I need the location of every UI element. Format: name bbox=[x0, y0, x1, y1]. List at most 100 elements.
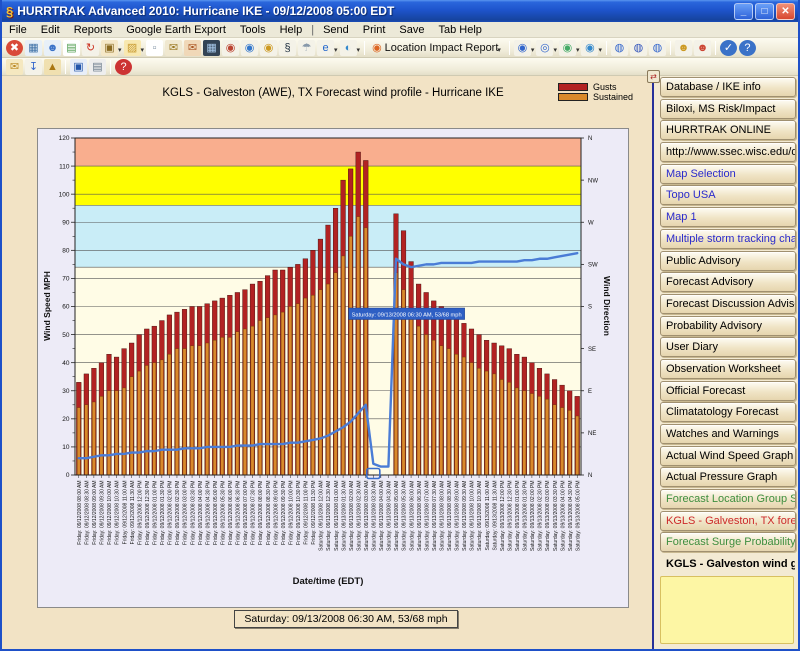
help-stop-icon[interactable]: ? bbox=[115, 59, 132, 75]
tab-multiple-storm-tracking-chart[interactable]: Multiple storm tracking chart bbox=[660, 229, 796, 249]
globe-storm-icon[interactable]: ◉ bbox=[222, 40, 239, 56]
right-axis-title: Wind Direction bbox=[602, 276, 612, 336]
tab-map-1[interactable]: Map 1 bbox=[660, 207, 796, 227]
archive-stamp-icon[interactable]: ▲ bbox=[44, 59, 61, 75]
tab-actual-wind-speed-graph[interactable]: Actual Wind Speed Graph bbox=[660, 446, 796, 466]
close-button[interactable]: ✕ bbox=[776, 3, 795, 20]
svg-text:120: 120 bbox=[59, 135, 70, 142]
menu-print[interactable]: Print bbox=[356, 24, 393, 36]
rainfall-icon[interactable]: ☂ bbox=[298, 40, 315, 56]
tab-biloxi-ms-risk-impact[interactable]: Biloxi, MS Risk/Impact bbox=[660, 99, 796, 119]
dropdown-arrow-icon[interactable]: ▾ bbox=[598, 46, 602, 54]
user-profile-icon[interactable]: ☻ bbox=[44, 40, 61, 56]
menu-file[interactable]: File bbox=[2, 24, 34, 36]
svg-text:Saturday: 09/13/2008 04:30 PM: Saturday: 09/13/2008 04:30 PM bbox=[568, 481, 574, 552]
main-content: KGLS - Galveston (AWE), TX Forecast wind… bbox=[2, 76, 798, 651]
menu-reports[interactable]: Reports bbox=[67, 24, 120, 36]
dropdown-arrow-icon[interactable]: ▾ bbox=[531, 46, 535, 54]
wind-profile-chart[interactable]: 0102030405060708090100110120NNEESESSWWNW… bbox=[37, 128, 629, 608]
verify-icon[interactable]: ✓ bbox=[720, 40, 737, 56]
import-data-icon[interactable]: ↧ bbox=[25, 59, 42, 75]
globe-info2-icon[interactable]: ◍ bbox=[630, 40, 647, 56]
google-earth-icon[interactable]: ◐ bbox=[340, 40, 357, 56]
tab-database-ike-info[interactable]: Database / IKE info bbox=[660, 77, 796, 97]
report-sphere3-icon[interactable]: ◉ bbox=[581, 40, 598, 56]
menu-save[interactable]: Save bbox=[392, 24, 431, 36]
close-report-icon[interactable]: ✖ bbox=[6, 40, 23, 56]
help-icon[interactable]: ? bbox=[739, 40, 756, 56]
tab-forecast-advisory[interactable]: Forecast Advisory bbox=[660, 272, 796, 292]
web-browser-icon[interactable]: e bbox=[317, 40, 334, 56]
map-image-icon[interactable]: ▦ bbox=[203, 40, 220, 56]
globe-info1-icon[interactable]: ◍ bbox=[611, 40, 628, 56]
globe-atlantic-icon[interactable]: ◉ bbox=[241, 40, 258, 56]
tab-actual-pressure-graph[interactable]: Actual Pressure Graph bbox=[660, 467, 796, 487]
tab-map-selection[interactable]: Map Selection bbox=[660, 164, 796, 184]
tab-watches-and-warnings[interactable]: Watches and Warnings bbox=[660, 424, 796, 444]
tab-forecast-surge-probability[interactable]: Forecast Surge Probability bbox=[660, 532, 796, 552]
maximize-button[interactable]: □ bbox=[755, 3, 774, 20]
tab-active-kgls-galveston-wind-graph[interactable]: KGLS - Galveston wind graph bbox=[660, 554, 796, 574]
dropdown-arrow-icon[interactable]: ▾ bbox=[118, 46, 122, 54]
tab-climatatology-forecast[interactable]: Climatatology Forecast bbox=[660, 402, 796, 422]
menu-tools[interactable]: Tools bbox=[233, 24, 273, 36]
globe-weather-icon[interactable]: ◉ bbox=[260, 40, 277, 56]
minimize-button[interactable]: _ bbox=[734, 3, 753, 20]
hurricane-symbol-icon[interactable]: § bbox=[279, 40, 296, 56]
toolbar-separator bbox=[670, 41, 671, 55]
open-folder-icon[interactable]: ▨ bbox=[124, 40, 141, 56]
refresh-data-icon[interactable]: ↻ bbox=[82, 40, 99, 56]
new-report-icon[interactable]: ▫ bbox=[146, 40, 163, 56]
report-sphere2-icon[interactable]: ◎ bbox=[536, 40, 553, 56]
svg-text:Saturday: 09/13/2008 05:00 AM: Saturday: 09/13/2008 05:00 AM bbox=[394, 481, 400, 551]
svg-text:0: 0 bbox=[66, 472, 70, 479]
database-icon[interactable]: ▣ bbox=[101, 40, 118, 56]
tracking-table-icon[interactable]: ▦ bbox=[25, 40, 42, 56]
svg-text:Saturday: 09/13/2008 07:30 AM: Saturday: 09/13/2008 07:30 AM bbox=[432, 481, 438, 551]
dropdown-arrow-icon[interactable]: ▾ bbox=[553, 46, 557, 54]
sidebar-collapse-button[interactable]: ⇄ bbox=[647, 70, 660, 83]
tab-observation-worksheet[interactable]: Observation Worksheet bbox=[660, 359, 796, 379]
dropdown-arrow-icon[interactable]: ▾ bbox=[357, 46, 361, 54]
dropdown-arrow-icon[interactable]: ▾ bbox=[141, 46, 145, 54]
report-spheres-icon[interactable]: ◉ bbox=[559, 40, 576, 56]
report-form-icon[interactable]: ▤ bbox=[63, 40, 80, 56]
mail-send-icon[interactable]: ✉ bbox=[165, 40, 182, 56]
toolbar-row2: ✉↧▲ ▣▤? bbox=[2, 58, 798, 76]
dropdown-arrow-icon[interactable]: ▾ bbox=[334, 46, 338, 54]
dropdown-arrow-icon[interactable]: ▾ bbox=[576, 46, 580, 54]
tab-topo-usa[interactable]: Topo USA bbox=[660, 185, 796, 205]
menu-edit[interactable]: Edit bbox=[34, 24, 67, 36]
svg-text:Saturday: 09/13/2008 01:00 PM: Saturday: 09/13/2008 01:00 PM bbox=[515, 481, 521, 552]
tab-forecast-location-group-summary[interactable]: Forecast Location Group Summary bbox=[660, 489, 796, 509]
menu-send[interactable]: Send bbox=[316, 24, 356, 36]
tab-kgls-galveston-tx-forecast-deta[interactable]: KGLS - Galveston, TX forecast deta bbox=[660, 511, 796, 531]
analyst-query-icon[interactable]: ☻ bbox=[675, 40, 692, 56]
tab-probability-advisory[interactable]: Probability Advisory bbox=[660, 316, 796, 336]
location-impact-report-button-icon: ◉ bbox=[372, 41, 382, 54]
svg-text:Saturday: 09/13/2008 01:00 AM: Saturday: 09/13/2008 01:00 AM bbox=[334, 481, 340, 551]
tab-hurrtrak-online[interactable]: HURRTRAK ONLINE bbox=[660, 120, 796, 140]
tab-public-advisory[interactable]: Public Advisory bbox=[660, 251, 796, 271]
mail-receive-icon[interactable]: ✉ bbox=[184, 40, 201, 56]
notes-panel bbox=[660, 576, 794, 644]
mail-open-icon[interactable]: ✉ bbox=[6, 59, 23, 75]
tab-user-diary[interactable]: User Diary bbox=[660, 337, 796, 357]
analyst-alert-icon[interactable]: ☻ bbox=[694, 40, 711, 56]
menu-help[interactable]: Help bbox=[273, 24, 310, 36]
report-sphere1-icon[interactable]: ◉ bbox=[514, 40, 531, 56]
svg-text:NW: NW bbox=[588, 178, 598, 184]
svg-text:Friday: 09/12/2008 07:30 PM: Friday: 09/12/2008 07:30 PM bbox=[251, 481, 257, 546]
tab-official-forecast[interactable]: Official Forecast bbox=[660, 381, 796, 401]
location-impact-report-button[interactable]: ◉Location Impact Report▾ bbox=[368, 41, 506, 54]
globe-info3-icon[interactable]: ◍ bbox=[649, 40, 666, 56]
print-icon[interactable]: ▤ bbox=[89, 59, 106, 75]
tab-forecast-discussion-advisory[interactable]: Forecast Discussion Advisory bbox=[660, 294, 796, 314]
chart-legend: Gusts Sustained bbox=[558, 82, 633, 102]
svg-text:Friday: 09/12/2008 01:30 PM: Friday: 09/12/2008 01:30 PM bbox=[160, 481, 166, 546]
save-icon[interactable]: ▣ bbox=[70, 59, 87, 75]
menu-google-earth-export[interactable]: Google Earth Export bbox=[119, 24, 233, 36]
menu-tab-help[interactable]: Tab Help bbox=[431, 24, 488, 36]
tab-http-www-ssec-wisc-edu-data-g8-lat[interactable]: http://www.ssec.wisc.edu/data/g8/lat bbox=[660, 142, 796, 162]
svg-text:Saturday: 09/13/2008 02:30 PM: Saturday: 09/13/2008 02:30 PM bbox=[538, 481, 544, 552]
